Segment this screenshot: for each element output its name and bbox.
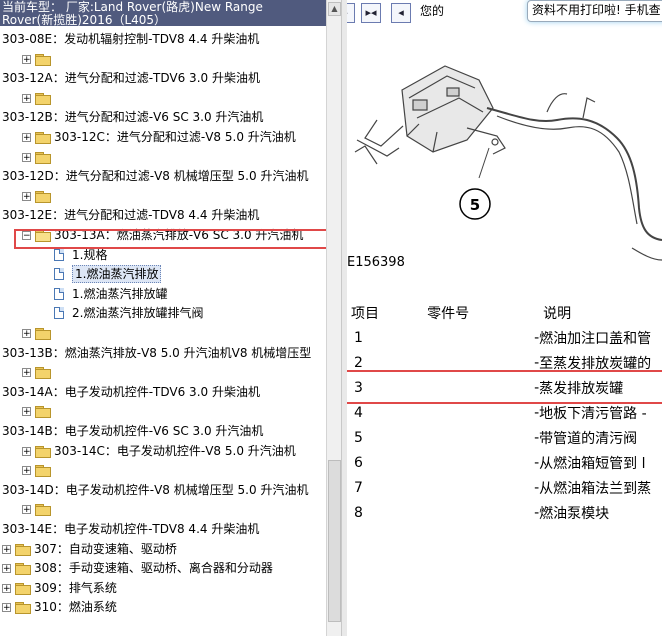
tree-item-label[interactable]: 303-14D：电子发动机控件-V8 机械增压型 5.0 升汽油机 xyxy=(2,480,308,500)
tree-item-label[interactable]: 303-12D：进气分配和过滤-V8 机械增压型 5.0 升汽油机 xyxy=(2,166,308,186)
folder-icon xyxy=(35,504,51,517)
part-number-cell: - xyxy=(534,504,540,521)
item-cell: 7 xyxy=(354,479,363,496)
tree-item-label[interactable]: 303-14A：电子发动机控件-TDV6 3.0 升柴油机 xyxy=(2,382,260,402)
show-tree-icon[interactable]: ◂ xyxy=(391,3,411,23)
content-pane: ▸ ▸◂ ◂ 您的 资料不用打印啦! 手机查 5 E xyxy=(347,0,662,636)
folder-icon xyxy=(35,92,51,105)
header-item: 项目 xyxy=(351,305,379,322)
tree-item-label-selected[interactable]: 1.燃油蒸汽排放 xyxy=(72,265,162,284)
tree-item-label[interactable]: 303-13B：燃油蒸汽排放-V8 5.0 升汽油机V8 机械增压型 xyxy=(2,343,311,363)
folder-icon xyxy=(35,328,51,340)
expand-plus-icon[interactable]: + xyxy=(22,466,31,476)
folder-icon xyxy=(35,190,51,203)
parts-table-header: 项目 零件号 说明 xyxy=(347,300,662,325)
tree-item-label[interactable]: 309：排气系统 xyxy=(34,578,117,598)
description-cell: 从燃油箱短管到 l xyxy=(539,455,646,472)
document-icon xyxy=(54,307,64,320)
folder-icon xyxy=(35,367,51,380)
folder-icon xyxy=(35,151,51,164)
tree-item-label[interactable]: 308：手动变速箱、驱动桥、离合器和分动器 xyxy=(34,558,273,578)
document-icon xyxy=(54,268,64,281)
vehicle-header: 当前车型： 厂家:Land Rover(路虎)New Range Rover(新… xyxy=(0,0,326,26)
part-number-cell: - xyxy=(534,329,540,346)
expand-plus-icon[interactable]: + xyxy=(2,583,11,593)
document-icon xyxy=(54,287,64,300)
tree-item-label[interactable]: 303-12C：进气分配和过滤-V8 5.0 升汽油机 xyxy=(54,127,296,147)
purge-pipe xyxy=(354,119,404,165)
content-toolbar: ▸ ▸◂ ◂ 您的 资料不用打印啦! 手机查 xyxy=(347,0,662,28)
scroll-up-arrow-icon[interactable]: ▲ xyxy=(328,2,341,16)
folder-icon xyxy=(15,543,31,556)
expand-plus-icon[interactable]: + xyxy=(22,407,31,417)
folder-icon xyxy=(15,563,31,576)
toolbar-note: 您的 xyxy=(420,4,445,18)
header-description: 说明 xyxy=(543,305,572,322)
expand-plus-icon[interactable]: + xyxy=(22,368,31,378)
folder-icon xyxy=(35,445,51,458)
parts-row: 7 - 从燃油箱法兰到蒸 xyxy=(347,475,662,500)
parts-row: 6 - 从燃油箱短管到 l xyxy=(347,450,662,475)
document-icon xyxy=(54,248,64,261)
callout-label: 5 xyxy=(470,196,480,214)
highlight-box-row-3 xyxy=(347,370,662,404)
tree-item-label[interactable]: 303-12B：进气分配和过滤-V6 SC 3.0 升汽油机 xyxy=(2,107,263,127)
collapse-panes-icon[interactable]: ▸◂ xyxy=(361,3,381,23)
expand-plus-icon[interactable]: + xyxy=(22,505,31,515)
expand-plus-icon[interactable]: + xyxy=(2,603,11,613)
folder-icon xyxy=(35,465,51,478)
folder-icon xyxy=(15,602,31,615)
expand-plus-icon[interactable]: + xyxy=(22,191,31,201)
description-cell: 燃油泵模块 xyxy=(539,505,610,522)
item-cell: 6 xyxy=(354,454,363,471)
tree-pane: 当前车型： 厂家:Land Rover(路虎)New Range Rover(新… xyxy=(0,0,326,636)
highlight-box-tree xyxy=(14,229,326,249)
tree-item-label[interactable]: 2.燃油蒸汽排放罐排气阀 xyxy=(72,303,203,323)
expand-plus-icon[interactable]: + xyxy=(22,54,31,64)
tree-item-label[interactable]: 303-08E：发动机辐射控制-TDV8 4.4 升柴油机 xyxy=(2,29,259,49)
header-part-number: 零件号 xyxy=(427,305,470,322)
tree-item-label[interactable]: 303-12A：进气分配和过滤-TDV6 3.0 升柴油机 xyxy=(2,68,260,88)
folder-icon xyxy=(35,53,51,66)
tree-item-label[interactable]: 303-14B：电子发动机控件-V6 SC 3.0 升汽油机 xyxy=(2,421,263,441)
description-cell: 燃油加注口盖和管 xyxy=(539,330,652,347)
part-number-cell: - xyxy=(534,429,540,446)
sync-arrow-icon[interactable]: ▸ xyxy=(347,3,355,23)
folder-icon xyxy=(15,582,31,595)
tree-scrollbar[interactable]: ▲ xyxy=(326,0,341,636)
tree-item-label[interactable]: 303-14C：电子发动机控件-V8 5.0 升汽油机 xyxy=(54,441,296,461)
expand-plus-icon[interactable]: + xyxy=(22,93,31,103)
expand-plus-icon[interactable]: + xyxy=(22,133,31,143)
vehicle-header-line2: Rover(新揽胜)2016（L405） xyxy=(2,13,167,27)
expand-plus-icon[interactable]: + xyxy=(2,564,11,574)
parts-row: 8 - 燃油泵模块 xyxy=(347,500,662,525)
callout-leader xyxy=(478,147,490,179)
expand-plus-icon[interactable]: + xyxy=(2,544,11,554)
promo-banner[interactable]: 资料不用打印啦! 手机查 xyxy=(527,0,662,22)
figure-id: E156398 xyxy=(347,255,405,270)
parts-row: 5 - 带管道的清污阀 xyxy=(347,425,662,450)
tree-item-label[interactable]: 310：燃油系统 xyxy=(34,597,117,617)
tree-item-label[interactable]: 303-12E：进气分配和过滤-TDV8 4.4 升柴油机 xyxy=(2,205,259,225)
folder-icon xyxy=(35,406,51,419)
description-cell: 从燃油箱法兰到蒸 xyxy=(539,480,652,497)
item-cell: 1 xyxy=(354,329,363,346)
expand-plus-icon[interactable]: + xyxy=(22,329,31,339)
expand-plus-icon[interactable]: + xyxy=(22,446,31,456)
tree-item-label[interactable]: 303-14E：电子发动机控件-TDV8 4.4 升柴油机 xyxy=(2,519,259,539)
part-number-cell: - xyxy=(534,479,540,496)
component-diagram: 5 xyxy=(354,65,662,261)
parts-row: 1 - 燃油加注口盖和管 xyxy=(347,325,662,350)
folder-icon xyxy=(35,132,51,144)
parts-table: 项目 零件号 说明 1- 燃油加注口盖和管 2- 至蒸发排放炭罐的 3- 蒸发排放炭罐 4-… xyxy=(347,300,662,525)
scroll-thumb[interactable] xyxy=(328,460,341,622)
item-cell: 5 xyxy=(354,429,363,446)
tree-item-label[interactable]: 1.燃油蒸汽排放罐 xyxy=(72,284,167,304)
tree-item-label[interactable]: 307：自动变速箱、驱动桥 xyxy=(34,539,177,559)
expand-plus-icon[interactable]: + xyxy=(22,152,31,162)
description-cell: 带管道的清污阀 xyxy=(539,430,638,447)
item-cell: 8 xyxy=(354,504,363,521)
part-number-cell: - xyxy=(534,454,540,471)
